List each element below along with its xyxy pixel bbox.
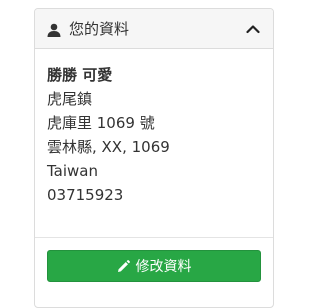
- address-phone: 03715923: [47, 186, 124, 204]
- divider: [35, 237, 273, 238]
- profile-card-header[interactable]: 您的資料: [35, 9, 273, 49]
- address-block: 勝勝 可愛 虎尾鎮 虎庫里 1069 號 雲林縣, XX, 1069 Taiwa…: [35, 49, 273, 207]
- address-name: 勝勝 可愛: [47, 66, 113, 84]
- user-icon: [47, 22, 61, 37]
- address-line-1: 虎尾鎮: [47, 90, 93, 108]
- chevron-up-icon[interactable]: [245, 21, 261, 37]
- address-country: Taiwan: [47, 162, 99, 180]
- address-line-2: 虎庫里 1069 號: [47, 114, 155, 132]
- profile-card: 您的資料 勝勝 可愛 虎尾鎮 虎庫里 1069 號 雲林縣, XX, 1069 …: [34, 8, 274, 308]
- edit-profile-button[interactable]: 修改資料: [47, 250, 261, 282]
- edit-button-label: 修改資料: [135, 259, 192, 275]
- address-line-3: 雲林縣, XX, 1069: [47, 138, 170, 156]
- pencil-icon: [117, 259, 130, 273]
- panel-title: 您的資料: [69, 20, 130, 38]
